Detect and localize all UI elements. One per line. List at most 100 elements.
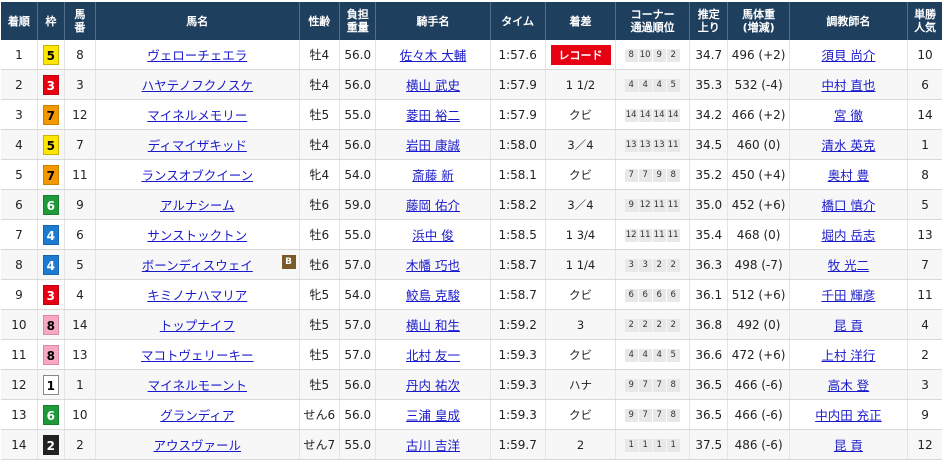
horse-name-link[interactable]: ディマイザキッド: [148, 138, 247, 153]
table-row: 5 7 11 ランスオブクイーン 牝4 54.0 斎藤 新 1:58.1 クビ 7 7 9 8 35.2 4…: [1, 159, 942, 190]
trainer-cell: 昆 貢: [789, 309, 909, 340]
rank-cell: 5: [1, 159, 38, 190]
horse-name-link[interactable]: キミノナハマリア: [147, 288, 247, 303]
time-cell: 1:58.7: [490, 279, 546, 310]
last3f-cell: 36.8: [689, 309, 729, 340]
trainer-name-link[interactable]: 堀内 岳志: [821, 228, 875, 243]
popularity-cell: 12: [907, 429, 942, 460]
corner-position: 4: [652, 78, 666, 92]
jockey-name-link[interactable]: 三浦 皇成: [406, 408, 460, 423]
bodyweight-cell: 466 (-6): [727, 399, 790, 430]
table-row: 1 5 8 ヴェローチェエラ 牡4 56.0 佐々木 大輔 1:57.6 レコード 8 10 9 2 34…: [1, 40, 942, 70]
last3f-cell: 34.5: [689, 129, 729, 160]
jockey-name-link[interactable]: 岩田 康誠: [406, 138, 460, 153]
horse-name-link[interactable]: グランディア: [160, 408, 234, 423]
jockey-name-link[interactable]: 丹内 祐次: [406, 378, 460, 393]
horse-name-link[interactable]: ボーンディスウェイ: [142, 258, 253, 273]
trainer-name-link[interactable]: 清水 英克: [821, 138, 875, 153]
horse-name-link[interactable]: サンストックトン: [147, 228, 247, 243]
corner-position: 9: [652, 48, 666, 62]
horse-name-link[interactable]: ハヤテノフクノスケ: [142, 78, 253, 93]
margin-cell: 2: [545, 429, 617, 460]
trainer-name-link[interactable]: 中村 直也: [821, 78, 875, 93]
time-cell: 1:59.3: [490, 369, 546, 400]
horse-name-link[interactable]: ヴェローチェエラ: [147, 48, 247, 63]
rank-cell: 4: [1, 129, 38, 160]
trainer-name-link[interactable]: 牧 光二: [828, 258, 869, 273]
table-row: 6 6 9 アルナシーム 牡6 59.0 藤岡 佑介 1:58.2 3／4 9 12 11 11 35.0…: [1, 189, 942, 220]
corner-position: 8: [624, 48, 638, 62]
weight-cell: 56.0: [339, 40, 377, 70]
horse-name-link[interactable]: マイネルモーント: [148, 378, 247, 393]
horse-cell: ハヤテノフクノスケ: [95, 69, 300, 100]
header-corner-line-2: 通過順位: [630, 21, 675, 34]
corner-position: 1: [652, 438, 666, 452]
trainer-name-link[interactable]: 高木 登: [828, 378, 869, 393]
horse-cell: ランスオブクイーン: [95, 159, 300, 190]
trainer-name-link[interactable]: 中内田 充正: [815, 408, 881, 423]
corner-position: 5: [666, 78, 680, 92]
trainer-cell: 橋口 慎介: [789, 189, 909, 220]
jockey-name-link[interactable]: 横山 武史: [406, 78, 460, 93]
corner-cell: 9778: [615, 369, 691, 400]
trainer-name-link[interactable]: 須貝 尚介: [821, 48, 875, 63]
jockey-cell: 菱田 裕二: [375, 99, 491, 130]
trainer-name-link[interactable]: 奥村 豊: [828, 168, 869, 183]
horse-name-link[interactable]: アウスヴァール: [154, 438, 242, 453]
jockey-name-link[interactable]: 藤岡 佑介: [406, 198, 460, 213]
record-badge: レコード: [550, 44, 611, 65]
corner-position: 11: [666, 138, 680, 152]
jockey-name-link[interactable]: 北村 友一: [406, 348, 460, 363]
jockey-cell: 横山 武史: [375, 69, 491, 100]
jockey-cell: 北村 友一: [375, 339, 491, 370]
corner-position: 7: [624, 168, 638, 182]
horse-name-link[interactable]: トップナイフ: [160, 318, 235, 333]
horse-name-link[interactable]: マコトヴェリーキー: [141, 348, 254, 363]
umaban-cell: 13: [64, 339, 97, 370]
header-row: 着順 枠 馬番 馬名 性齢 負担 重量 騎手名 タイム 着差 コーナー 通過順位 推…: [1, 2, 942, 40]
umaban-cell: 1: [64, 369, 97, 400]
sex-age-cell: 牡5: [299, 369, 341, 400]
corner-position: 9: [624, 198, 638, 212]
trainer-name-link[interactable]: 昆 貢: [834, 438, 863, 453]
corner-position: 4: [624, 348, 638, 362]
waku-badge: 5: [42, 134, 59, 155]
trainer-name-link[interactable]: 上村 洋行: [821, 348, 875, 363]
jockey-name-link[interactable]: 木幡 巧也: [406, 258, 460, 273]
jockey-name-link[interactable]: 浜中 俊: [412, 228, 453, 243]
margin-text: 2: [576, 437, 585, 452]
popularity-cell: 2: [907, 339, 942, 370]
jockey-name-link[interactable]: 横山 和生: [406, 318, 460, 333]
waku-cell: 2: [37, 429, 65, 460]
corner-cell: 6666: [615, 279, 691, 310]
trainer-cell: 高木 登: [789, 369, 909, 400]
waku-badge: 1: [42, 374, 59, 395]
jockey-name-link[interactable]: 鮫島 克駿: [406, 288, 460, 303]
trainer-name-link[interactable]: 宮 徹: [834, 108, 863, 123]
jockey-name-link[interactable]: 古川 吉洋: [406, 438, 460, 453]
bodyweight-cell: 496 (+2): [727, 40, 790, 70]
trainer-name-link[interactable]: 橋口 慎介: [821, 198, 875, 213]
jockey-name-link[interactable]: 佐々木 大輔: [400, 48, 466, 63]
umaban-cell: 10: [64, 399, 97, 430]
jockey-name-link[interactable]: 斎藤 新: [412, 168, 453, 183]
trainer-name-link[interactable]: 昆 貢: [834, 318, 863, 333]
corner-position: 11: [666, 198, 680, 212]
horse-name-link[interactable]: ランスオブクイーン: [141, 168, 253, 183]
corner-cell: 3322: [615, 249, 691, 280]
sex-age-cell: 牡4: [299, 40, 341, 70]
horse-name-link[interactable]: アルナシーム: [160, 198, 235, 213]
table-row: 9 3 4 キミノナハマリア 牝5 54.0 鮫島 克駿 1:58.7 クビ 6 6 6 6 36.1 51…: [1, 279, 942, 310]
table-row: 13 6 10 グランディア せん6 56.0 三浦 皇成 1:59.3 クビ 9 7 7 8 36.5 4…: [1, 399, 942, 430]
margin-text: 1 1/2: [565, 77, 596, 92]
corner-position: 2: [666, 258, 680, 272]
waku-badge: 3: [42, 284, 59, 305]
trainer-name-link[interactable]: 千田 輝彦: [821, 288, 875, 303]
sex-age-cell: 牝4: [299, 159, 341, 190]
jockey-cell: 岩田 康誠: [375, 129, 491, 160]
jockey-name-link[interactable]: 菱田 裕二: [406, 108, 460, 123]
trainer-cell: 上村 洋行: [789, 339, 909, 370]
corner-position: 11: [652, 198, 666, 212]
sex-age-cell: 牡6: [299, 219, 341, 250]
horse-name-link[interactable]: マイネルメモリー: [147, 108, 247, 123]
